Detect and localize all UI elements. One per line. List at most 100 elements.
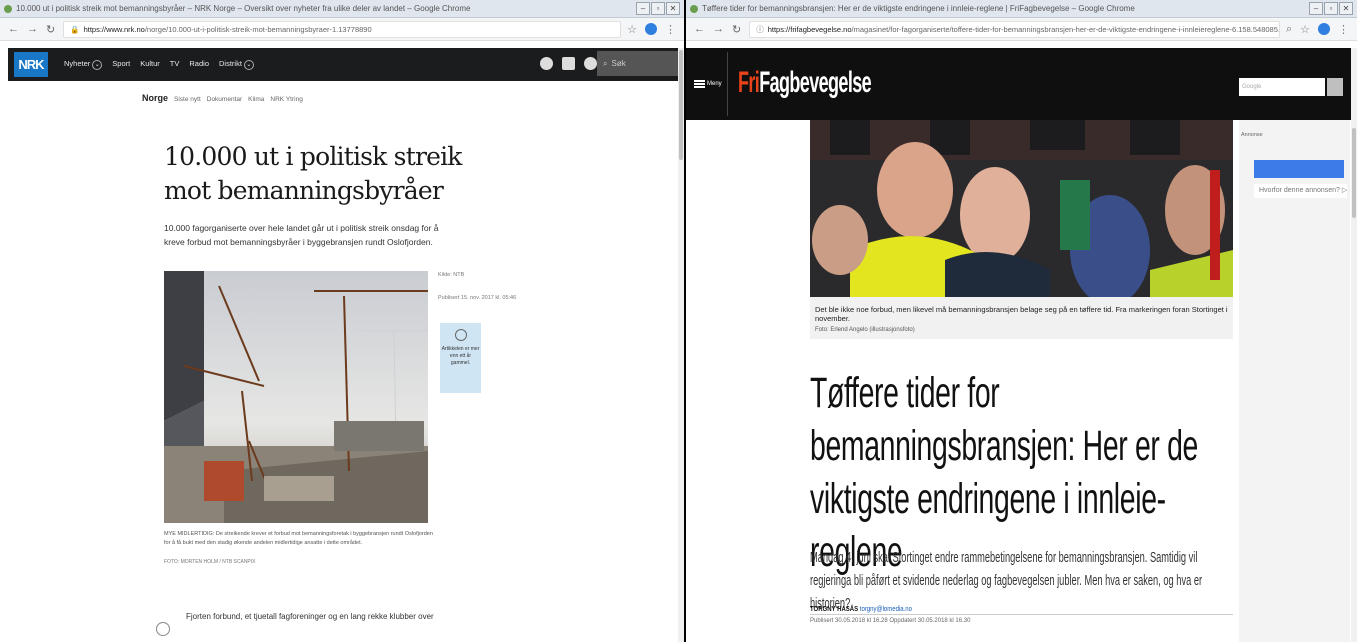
construction-cranes-photo	[164, 271, 428, 523]
search-input[interactable]: ⌕ Søk	[597, 51, 684, 76]
url-host: https://frifagbevegelse.no	[767, 24, 852, 34]
window-controls: – ▫ ✕	[636, 2, 680, 15]
maximize-button[interactable]: ▫	[1324, 2, 1338, 15]
chevron-down-icon: ⌄	[92, 60, 103, 70]
window-title: 10.000 ut i politisk streik mot bemannin…	[16, 4, 471, 13]
chrome-favicon-icon	[4, 4, 12, 13]
bookmark-star-icon[interactable]: ☆	[1300, 23, 1310, 36]
chrome-favicon-icon	[690, 4, 698, 13]
reload-icon[interactable]: ↻	[732, 23, 741, 36]
hero-image[interactable]	[810, 120, 1233, 297]
extension-icon[interactable]	[1318, 23, 1330, 35]
close-button[interactable]: ✕	[1339, 2, 1353, 15]
image-caption: MYE MIDLERTIDIG: De streikende krever et…	[164, 531, 433, 546]
chrome-menu-icon[interactable]: ⋮	[665, 23, 676, 36]
super-icon[interactable]	[562, 57, 575, 70]
article-lead: 10.000 fagorganiserte over hele landet g…	[164, 223, 439, 247]
p3-icon[interactable]	[584, 57, 597, 70]
browser-window-nrk: 10.000 ut i politisk streik mot bemannin…	[0, 0, 684, 642]
protest-crowd-photo	[810, 120, 1233, 297]
address-bar-row: ← → ↻ 🔒 https://www.nrk.no/norge/10.000-…	[0, 18, 684, 41]
author-email-link[interactable]: torgny@lomedia.no	[860, 604, 912, 613]
section-subnav: Norge Siste nytt Dokumentar Klima NRK Yt…	[142, 93, 303, 103]
photo-credit: FOTO: MORTEN HOLM / NTB SCANPIX	[164, 559, 256, 565]
nav-item-tv[interactable]: TV	[170, 59, 180, 70]
article-source: Kilde: NTB	[438, 272, 465, 278]
nrk-menu: Nyheter ⌄ Sport Kultur TV Radio Distrikt ⌄	[64, 59, 254, 70]
nav-item-nyheter[interactable]: Nyheter ⌄	[64, 59, 103, 70]
hamburger-icon	[694, 80, 705, 88]
logo-part-fagbevegelse: Fagbevegelse	[759, 66, 872, 99]
page-scrollbar[interactable]	[1351, 48, 1357, 642]
hero-caption: Det ble ikke noe forbud, men likevel må …	[815, 305, 1228, 323]
extension-icon[interactable]	[645, 23, 657, 35]
subnav-item-siste-nytt[interactable]: Siste nytt	[174, 96, 201, 103]
url-field[interactable]: 🔒 https://www.nrk.no/norge/10.000-ut-i-p…	[63, 20, 622, 38]
browser-window-frifagbevegelse: Tøffere tider for bemanningsbransjen: He…	[686, 0, 1357, 642]
bookmark-star-icon[interactable]: ☆	[627, 23, 637, 36]
byline-divider	[810, 614, 1233, 615]
search-icon: ⌕	[603, 58, 608, 68]
site-header: Meny FriFagbevegelse Google	[686, 48, 1357, 120]
subnav-item-ytring[interactable]: NRK Ytring	[270, 96, 302, 103]
window-controls: – ▫ ✕	[1309, 2, 1353, 15]
page-scrollbar[interactable]	[678, 48, 684, 642]
info-icon: ⓘ	[756, 24, 764, 34]
ad-button[interactable]	[1254, 160, 1344, 178]
url-host: https://www.nrk.no	[83, 24, 145, 34]
hero-credit: Foto: Erlend Angelo (illustrasjonsfoto)	[815, 327, 915, 333]
ad-label: Annonse	[1241, 132, 1263, 138]
maximize-button[interactable]: ▫	[651, 2, 665, 15]
search-placeholder: Søk	[611, 59, 626, 68]
search-button[interactable]	[1327, 78, 1343, 96]
nav-item-sport[interactable]: Sport	[112, 59, 130, 70]
user-icon[interactable]	[540, 57, 553, 70]
article-body: Fjorten forbund, et tjuetall fagforening…	[186, 612, 434, 621]
scrollbar-thumb[interactable]	[1352, 128, 1356, 218]
minimize-button[interactable]: –	[636, 2, 650, 15]
forward-icon[interactable]: →	[27, 23, 38, 36]
nav-item-kultur[interactable]: Kultur	[140, 59, 160, 70]
nrk-top-nav: NRK Nyheter ⌄ Sport Kultur TV Radio Distr…	[8, 48, 684, 81]
close-button[interactable]: ✕	[666, 2, 680, 15]
header-divider	[727, 52, 728, 116]
nav-item-distrikt[interactable]: Distrikt ⌄	[219, 59, 254, 70]
title-bar: Tøffere tider for bemanningsbransjen: He…	[686, 0, 1357, 18]
reload-icon[interactable]: ↻	[46, 23, 55, 36]
chrome-menu-icon[interactable]: ⋮	[1338, 23, 1349, 36]
nrk-logo[interactable]: NRK	[14, 52, 48, 77]
zoom-icon[interactable]: ⌕	[1286, 23, 1292, 36]
ad-why-link[interactable]: Hvorfor denne annonsen? ▷	[1254, 184, 1347, 198]
address-bar-row: ← → ↻ ⓘ https://frifagbevegelse.no/magas…	[686, 18, 1357, 41]
author-line: TORGNY HASÅS torgny@lomedia.no	[810, 604, 912, 613]
article-title: 10.000 ut i politisk streik mot bemannin…	[164, 142, 462, 205]
article-published: Publisert 30.05.2018 kl 16.28 Oppdatert …	[810, 618, 971, 624]
url-path: /magasinet/for-fagorganiserte/toffere-ti…	[851, 24, 1280, 34]
search-input[interactable]: Google	[1239, 78, 1325, 96]
scrollbar-thumb[interactable]	[679, 50, 683, 160]
share-icon[interactable]	[156, 622, 170, 636]
article-image[interactable]	[164, 271, 428, 523]
age-notice: Artikkelen er mer enn ett år gammel.	[440, 323, 481, 393]
menu-button[interactable]: Meny	[694, 80, 722, 88]
ad-sidebar	[1239, 120, 1350, 642]
chevron-down-icon: ⌄	[243, 60, 254, 70]
url-field[interactable]: ⓘ https://frifagbevegelse.no/magasinet/f…	[749, 20, 1280, 38]
subnav-item-dokumentar[interactable]: Dokumentar	[207, 96, 242, 103]
nav-item-radio[interactable]: Radio	[189, 59, 209, 70]
forward-icon[interactable]: →	[713, 23, 724, 36]
logo-part-fri: Fri	[738, 66, 760, 99]
subnav-current[interactable]: Norge	[142, 93, 168, 103]
window-title: Tøffere tider for bemanningsbransjen: He…	[702, 4, 1135, 13]
minimize-button[interactable]: –	[1309, 2, 1323, 15]
site-logo[interactable]: FriFagbevegelse	[738, 66, 872, 100]
back-icon[interactable]: ←	[694, 23, 705, 36]
lock-icon: 🔒	[70, 24, 80, 34]
back-icon[interactable]: ←	[8, 23, 19, 36]
menu-label: Meny	[707, 81, 722, 87]
clock-icon	[454, 329, 467, 341]
subnav-item-klima[interactable]: Klima	[248, 96, 264, 103]
article-published: Publisert 15. nov. 2017 kl. 05:46	[438, 295, 517, 301]
age-notice-text: Artikkelen er mer enn ett år gammel.	[441, 346, 480, 366]
title-bar: 10.000 ut i politisk streik mot bemannin…	[0, 0, 684, 18]
